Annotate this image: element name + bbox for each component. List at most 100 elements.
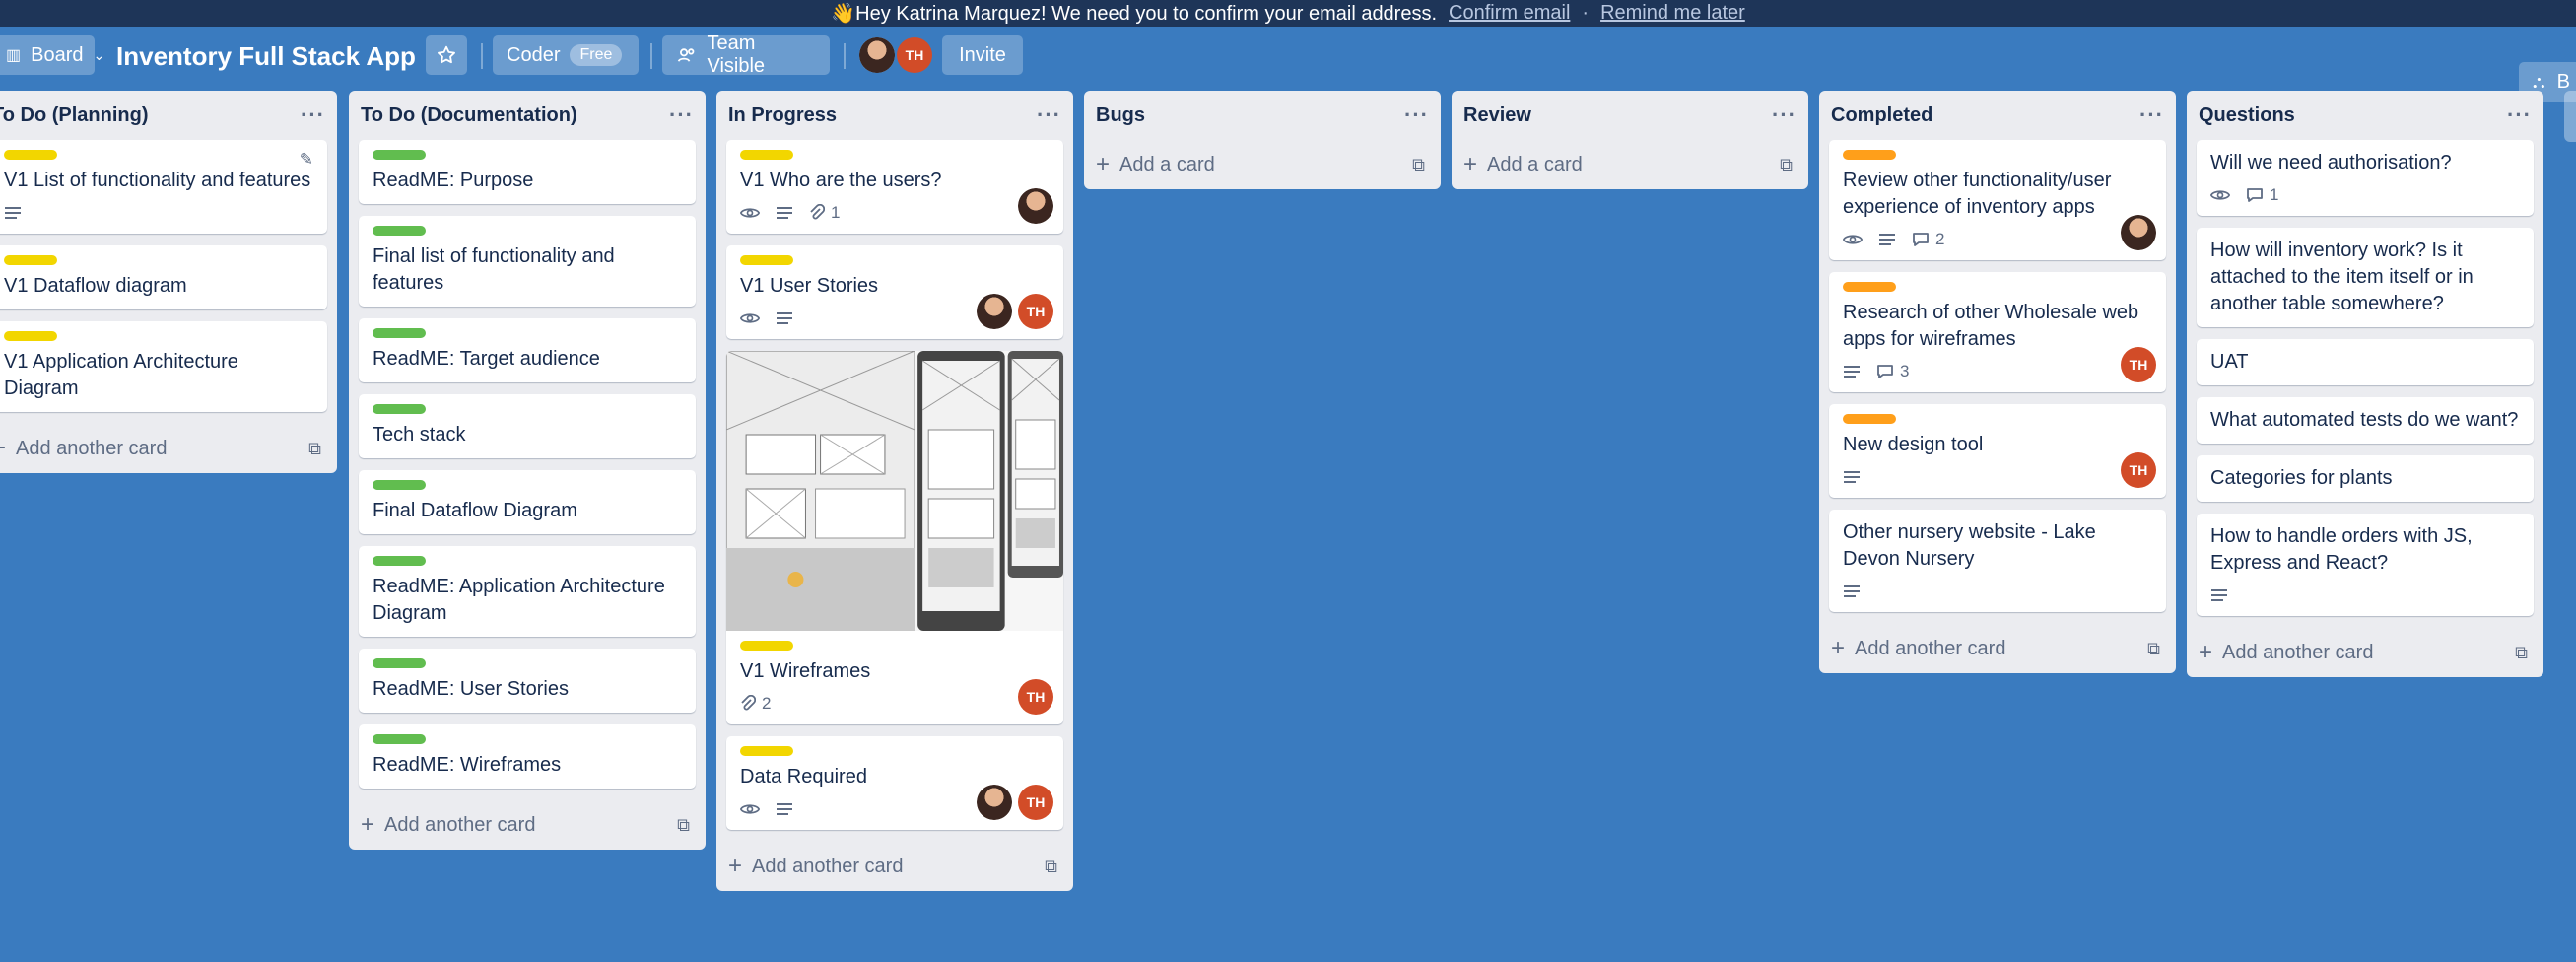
- member-avatar[interactable]: [2121, 215, 2156, 250]
- board-header: ▥ Board ⌄ Inventory Full Stack App Coder…: [0, 27, 2576, 102]
- member-avatar[interactable]: [1018, 188, 1053, 224]
- card[interactable]: What automated tests do we want?: [2197, 397, 2534, 444]
- card[interactable]: ReadME: Target audience: [359, 318, 696, 382]
- star-board-button[interactable]: [426, 35, 467, 75]
- card-template-icon[interactable]: ⧉: [1045, 857, 1057, 877]
- card-label[interactable]: [373, 328, 426, 338]
- board-view-button[interactable]: ▥ Board ⌄: [0, 35, 104, 75]
- invite-button[interactable]: Invite: [942, 35, 1023, 75]
- card-title: ReadME: User Stories: [373, 678, 569, 700]
- list-title[interactable]: To Do (Planning): [0, 104, 149, 127]
- card[interactable]: ReadME: Wireframes: [359, 724, 696, 789]
- card[interactable]: Other nursery website - Lake Devon Nurse…: [1829, 510, 2166, 612]
- card-label[interactable]: [1843, 282, 1896, 292]
- add-card-button[interactable]: + Add another card ⧉: [2187, 628, 2543, 677]
- list-title[interactable]: Review: [1463, 104, 1531, 127]
- member-avatar-th[interactable]: TH: [2121, 347, 2156, 382]
- card[interactable]: How to handle orders with JS, Express an…: [2197, 514, 2534, 616]
- edit-card-icon[interactable]: ✎: [300, 150, 313, 170]
- confirm-email-link[interactable]: Confirm email: [1449, 2, 1570, 25]
- list-menu-icon[interactable]: ···: [1772, 103, 1796, 128]
- card-list: V1 List of functionality and features ✎ V1…: [0, 140, 337, 412]
- card[interactable]: Final Dataflow Diagram: [359, 470, 696, 534]
- list-title[interactable]: Completed: [1831, 104, 1932, 127]
- member-avatar-th[interactable]: TH: [1018, 679, 1053, 715]
- card[interactable]: ReadME: Purpose: [359, 140, 696, 204]
- card[interactable]: Tech stack: [359, 394, 696, 458]
- card[interactable]: V1 Wireframes 2 TH: [726, 351, 1063, 724]
- add-card-button[interactable]: + Add another card ⧉: [0, 424, 337, 473]
- card-label[interactable]: [373, 658, 426, 668]
- card-label[interactable]: [740, 746, 793, 756]
- list-column: Completed ··· Review other functionality/u…: [1819, 91, 2176, 673]
- card-label[interactable]: [4, 150, 57, 160]
- add-card-button[interactable]: + Add a card ⧉: [1452, 140, 1808, 189]
- card-template-icon[interactable]: ⧉: [2515, 643, 2528, 663]
- card[interactable]: V1 User Stories TH: [726, 245, 1063, 339]
- list-menu-icon[interactable]: ···: [1037, 103, 1061, 128]
- member-avatar[interactable]: [977, 785, 1012, 820]
- list-menu-icon[interactable]: ···: [2139, 103, 2164, 128]
- card-label[interactable]: [373, 480, 426, 490]
- next-list-scroll-edge[interactable]: [2564, 91, 2576, 142]
- card[interactable]: Will we need authorisation? 1: [2197, 140, 2534, 216]
- list-menu-icon[interactable]: ···: [301, 103, 325, 128]
- attachment-icon: [809, 204, 825, 222]
- card-template-icon[interactable]: ⧉: [677, 815, 690, 836]
- card-template-icon[interactable]: ⧉: [2147, 639, 2160, 659]
- card-label[interactable]: [740, 150, 793, 160]
- visibility-button[interactable]: Team Visible: [662, 33, 830, 77]
- card-label[interactable]: [373, 150, 426, 160]
- card-template-icon[interactable]: ⧉: [308, 439, 321, 459]
- card-label[interactable]: [1843, 150, 1896, 160]
- member-avatar[interactable]: [859, 37, 895, 73]
- card[interactable]: ReadME: Application Architecture Diagram: [359, 546, 696, 637]
- card-label[interactable]: [4, 331, 57, 341]
- card[interactable]: Categories for plants: [2197, 455, 2534, 502]
- list-title[interactable]: In Progress: [728, 104, 837, 127]
- workspace-button[interactable]: Coder Free: [493, 35, 639, 75]
- add-card-button[interactable]: + Add another card ⧉: [1819, 624, 2176, 673]
- list-title[interactable]: Bugs: [1096, 104, 1145, 127]
- card[interactable]: V1 Dataflow diagram: [0, 245, 327, 309]
- card[interactable]: ReadME: User Stories: [359, 649, 696, 713]
- card-label[interactable]: [4, 255, 57, 265]
- member-avatar-th[interactable]: TH: [897, 37, 932, 73]
- list-title[interactable]: Questions: [2199, 104, 2295, 127]
- list-title[interactable]: To Do (Documentation): [361, 104, 577, 127]
- card-template-icon[interactable]: ⧉: [1780, 155, 1793, 175]
- remind-later-link[interactable]: Remind me later: [1600, 2, 1745, 25]
- card[interactable]: How will inventory work? Is it attached …: [2197, 228, 2534, 327]
- card-label[interactable]: [740, 255, 793, 265]
- card-label[interactable]: [1843, 414, 1896, 424]
- member-avatar-th[interactable]: TH: [2121, 452, 2156, 488]
- card[interactable]: V1 Who are the users? 1: [726, 140, 1063, 234]
- add-card-button[interactable]: + Add another card ⧉: [349, 800, 706, 850]
- card-label[interactable]: [373, 556, 426, 566]
- card[interactable]: Research of other Wholesale web apps for…: [1829, 272, 2166, 392]
- card-title: ReadME: Target audience: [373, 348, 600, 370]
- board-title[interactable]: Inventory Full Stack App: [116, 41, 416, 72]
- description-icon: [776, 801, 793, 817]
- list-menu-icon[interactable]: ···: [1404, 103, 1429, 128]
- card[interactable]: UAT: [2197, 339, 2534, 385]
- card-label[interactable]: [740, 641, 793, 651]
- card[interactable]: Final list of functionality and features: [359, 216, 696, 307]
- list-menu-icon[interactable]: ···: [2507, 103, 2532, 128]
- card[interactable]: Data Required TH: [726, 736, 1063, 830]
- list-menu-icon[interactable]: ···: [669, 103, 694, 128]
- card-label[interactable]: [373, 734, 426, 744]
- card[interactable]: New design tool TH: [1829, 404, 2166, 498]
- member-avatar-th[interactable]: TH: [1018, 785, 1053, 820]
- card-template-icon[interactable]: ⧉: [1412, 155, 1425, 175]
- card-label[interactable]: [373, 404, 426, 414]
- member-avatar[interactable]: [977, 294, 1012, 329]
- card[interactable]: Review other functionality/user experien…: [1829, 140, 2166, 260]
- add-card-button[interactable]: + Add another card ⧉: [716, 842, 1073, 891]
- add-card-button[interactable]: + Add a card ⧉: [1084, 140, 1441, 189]
- card[interactable]: V1 Application Architecture Diagram: [0, 321, 327, 412]
- card-label[interactable]: [373, 226, 426, 236]
- list-column: To Do (Planning) ··· V1 List of functional…: [0, 91, 337, 473]
- card[interactable]: V1 List of functionality and features ✎: [0, 140, 327, 234]
- member-avatar-th[interactable]: TH: [1018, 294, 1053, 329]
